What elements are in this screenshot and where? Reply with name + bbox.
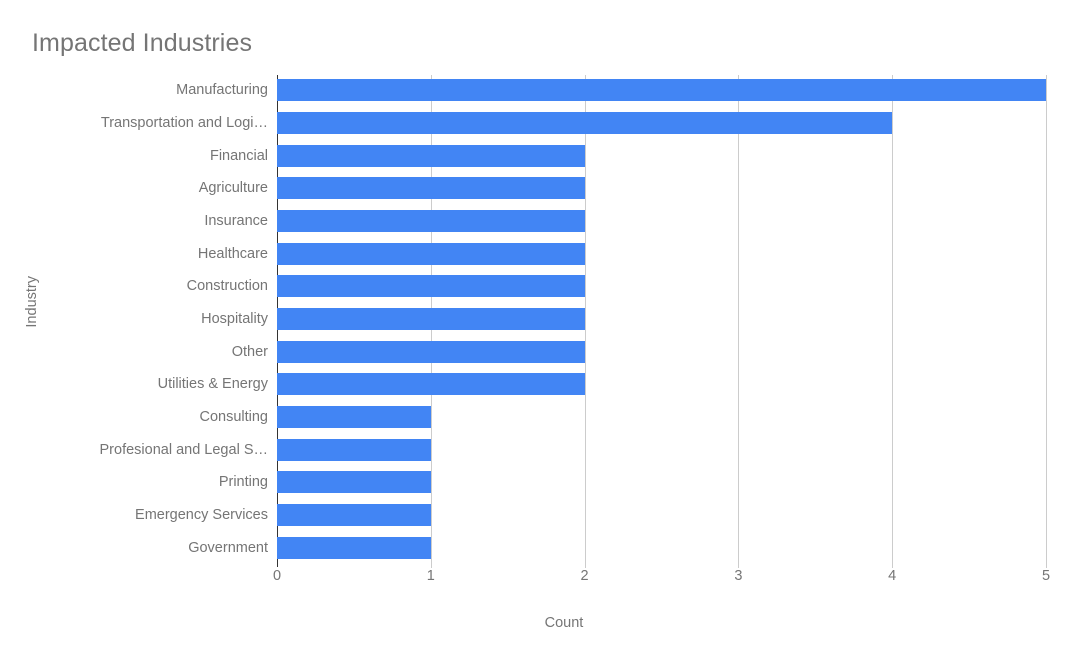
bar[interactable] (277, 308, 585, 330)
x-axis-title: Count (0, 615, 1080, 631)
bar[interactable] (277, 504, 431, 526)
chart-title: Impacted Industries (32, 29, 253, 57)
x-axis-tick-label: 2 (580, 568, 589, 584)
y-axis-title: Industry (24, 276, 40, 328)
y-axis-tick-label: Printing (218, 474, 268, 491)
y-axis-tick-label: Emergency Services (135, 507, 268, 523)
bar[interactable] (277, 112, 893, 134)
bar[interactable] (277, 275, 585, 298)
y-axis-tick-label: Other (231, 343, 268, 360)
plot-area (277, 75, 1047, 568)
bars-layer (277, 75, 1046, 565)
x-axis-tick-label: 1 (426, 568, 435, 584)
x-axis-tick-label: 3 (734, 568, 743, 584)
bar[interactable] (277, 210, 585, 232)
chart-container: Impacted Industries Manufacturing Transpo… (0, 0, 1080, 667)
y-axis-tick-label: Utilities & Energy (157, 376, 268, 393)
bar[interactable] (277, 471, 431, 494)
y-axis-tick-label: Manufacturing (176, 82, 268, 99)
x-axis-tick-label: 0 (272, 568, 282, 584)
x-axis-tick-labels: 0 1 2 3 4 5 (273, 568, 1050, 592)
bar[interactable] (277, 438, 431, 461)
y-axis-tick-label: Insurance (204, 213, 268, 229)
y-axis-tick-label: Government (188, 539, 268, 556)
bar[interactable] (277, 242, 585, 265)
y-axis-tick-label: Hospitality (201, 311, 268, 327)
bar[interactable] (277, 177, 585, 200)
bar[interactable] (277, 340, 585, 363)
y-axis-tick-label: Construction (186, 278, 268, 295)
y-axis-tick-label: Transportation and Logi… (100, 115, 268, 131)
bar[interactable] (277, 373, 585, 396)
x-axis-tick-label: 5 (1041, 568, 1051, 584)
y-axis-tick-label: Financial (209, 147, 268, 164)
y-axis-tick-label: Agriculture (198, 180, 268, 197)
y-axis-tick-labels: Manufacturing Transportation and Logi… Fin… (0, 75, 268, 565)
y-axis-tick-label: Healthcare (197, 245, 268, 262)
bar[interactable] (277, 144, 585, 167)
x-axis-tick-label: 4 (888, 568, 897, 584)
x-axis-title-text: Count (544, 615, 584, 631)
bar[interactable] (277, 536, 431, 559)
bar[interactable] (277, 406, 431, 428)
bar[interactable] (277, 79, 1046, 102)
y-axis-tick-label: Profesional and Legal S… (99, 441, 268, 458)
gridline-5 (1046, 75, 1047, 568)
y-axis-tick-label: Consulting (199, 409, 268, 425)
